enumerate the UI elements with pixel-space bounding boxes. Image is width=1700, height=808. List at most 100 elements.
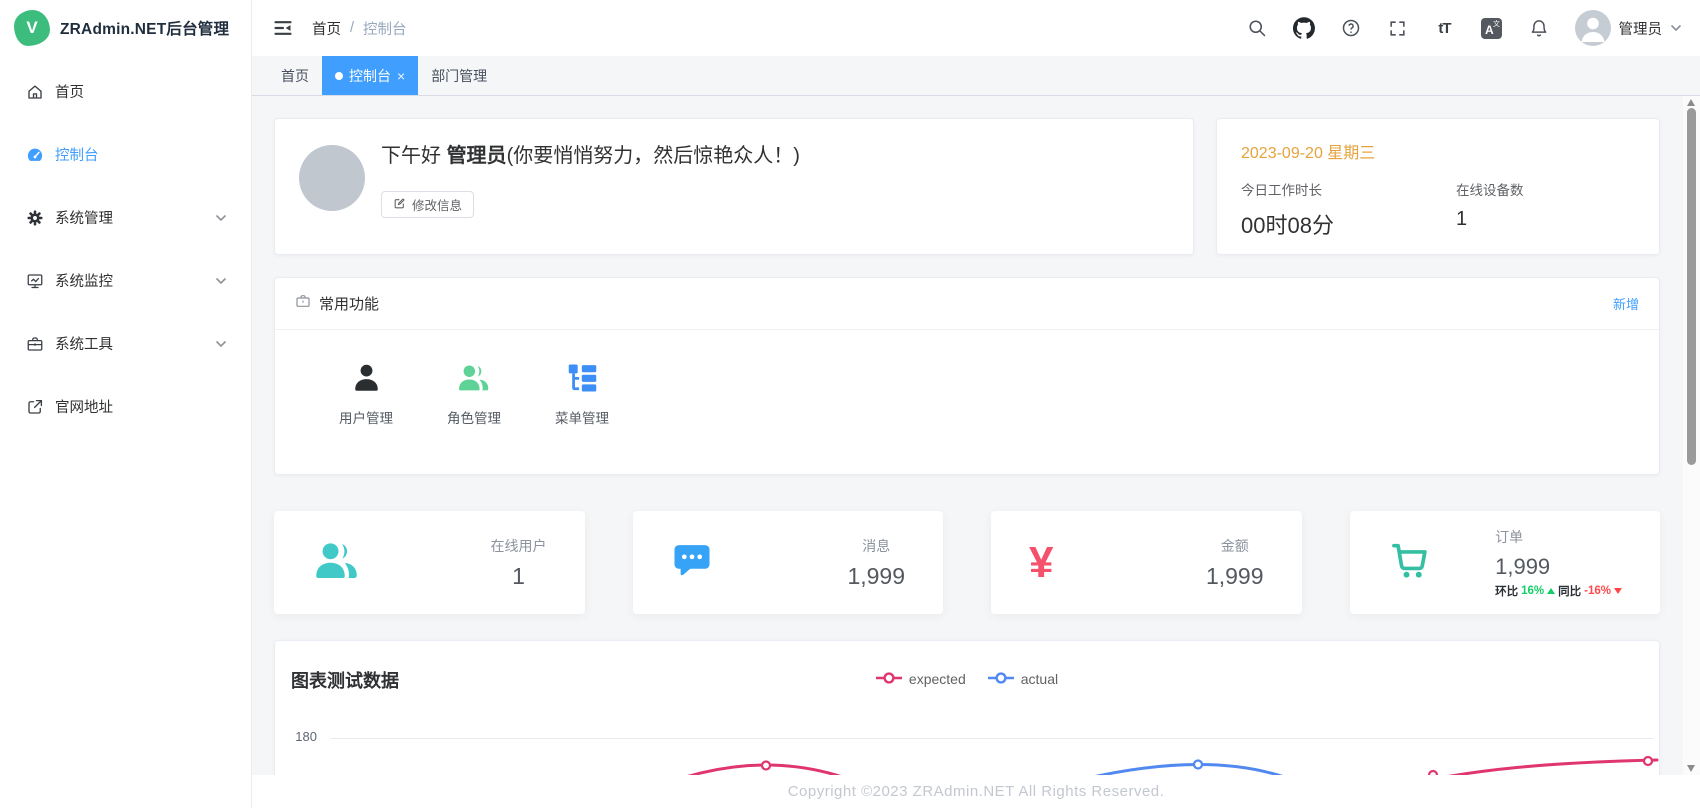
app-title: ZRAdmin.NET后台管理	[60, 17, 229, 39]
stat-card-messages[interactable]: 消息 1,999	[633, 511, 944, 614]
language-icon[interactable]: A文	[1481, 17, 1503, 39]
bell-icon[interactable]	[1528, 17, 1550, 39]
sidebar-item-label: 系统监控	[55, 270, 113, 291]
scrollbar-thumb[interactable]	[1687, 108, 1696, 465]
github-icon[interactable]	[1293, 17, 1315, 39]
breadcrumb-home[interactable]: 首页	[312, 18, 341, 39]
sidebar-item-label: 系统工具	[55, 333, 113, 354]
chevron-down-icon	[215, 273, 227, 289]
sidebar-fold-icon[interactable]	[272, 17, 294, 39]
user-menu[interactable]: 管理员	[1575, 10, 1683, 46]
work-duration-value: 00时08分	[1241, 208, 1456, 240]
sidebar: V ZRAdmin.NET后台管理 首页 控制台 系统管理	[0, 0, 252, 808]
main-area: 首页 / 控制台 tT	[252, 0, 1700, 808]
greeting-username: 管理员	[447, 145, 507, 167]
search-icon[interactable]	[1246, 17, 1268, 39]
breadcrumb-separator: /	[350, 20, 354, 36]
legend-actual[interactable]: actual	[988, 671, 1058, 687]
sidebar-item-label: 官网地址	[55, 396, 113, 417]
tab-dept[interactable]: 部门管理	[418, 56, 500, 95]
briefcase-icon	[295, 293, 311, 314]
gridline	[331, 738, 1653, 739]
tags-view-bar: 首页 控制台 × 部门管理	[252, 56, 1700, 96]
user-name: 管理员	[1619, 18, 1663, 39]
greeting-text: 下午好 管理员(你要悄悄努力，然后惊艳众人！)	[381, 141, 800, 171]
stat-card-online-users[interactable]: 在线用户 1	[274, 511, 585, 614]
logo-row[interactable]: V ZRAdmin.NET后台管理	[0, 0, 251, 56]
navbar-actions: tT A文 管理员	[1246, 10, 1683, 46]
edit-profile-button[interactable]: 修改信息	[381, 191, 474, 218]
y-axis-tick: 180	[287, 729, 317, 744]
caret-down-icon	[1614, 588, 1622, 594]
sidebar-item-system-monitor[interactable]: 系统监控	[0, 249, 251, 312]
help-icon[interactable]	[1340, 17, 1362, 39]
money-icon: ¥	[1029, 541, 1053, 585]
sidebar-item-label: 系统管理	[55, 207, 113, 228]
stat-card-orders[interactable]: 订单 1,999 环比 16% 同比 -16%	[1350, 511, 1661, 614]
stat-value: 1,999	[1495, 554, 1622, 580]
vertical-scrollbar[interactable]	[1683, 96, 1700, 775]
tab-dashboard[interactable]: 控制台 ×	[322, 56, 418, 95]
gear-icon	[26, 209, 44, 227]
legend-marker-icon	[876, 671, 902, 687]
avatar	[1575, 10, 1611, 46]
stat-card-money[interactable]: ¥ 金额 1,999	[991, 511, 1302, 614]
page-content: 下午好 管理员(你要悄悄努力，然后惊艳众人！) 修改信息 2023-09-20 …	[252, 96, 1700, 808]
mom-value: 16%	[1521, 585, 1544, 597]
stat-trend: 环比 16% 同比 -16%	[1495, 583, 1622, 599]
font-size-icon[interactable]: tT	[1434, 17, 1456, 39]
fullscreen-icon[interactable]	[1387, 17, 1409, 39]
quick-functions-card: 常用功能 新增 用户管理 角色管理	[274, 277, 1660, 475]
sidebar-item-official-site[interactable]: 官网地址	[0, 375, 251, 438]
user-icon	[350, 356, 383, 394]
top-navbar: 首页 / 控制台 tT	[252, 0, 1700, 56]
tab-home[interactable]: 首页	[268, 56, 322, 95]
yoy-value: -16%	[1584, 585, 1611, 597]
quick-item-menus[interactable]: 菜单管理	[543, 356, 621, 427]
stat-value: 1,999	[847, 563, 905, 590]
sidebar-item-system-admin[interactable]: 系统管理	[0, 186, 251, 249]
user-avatar[interactable]	[299, 145, 365, 211]
online-users-icon	[312, 537, 362, 588]
quick-item-roles[interactable]: 角色管理	[435, 356, 513, 427]
sidebar-item-label: 首页	[55, 81, 84, 102]
stat-label: 消息	[847, 536, 905, 556]
add-link[interactable]: 新增	[1613, 294, 1639, 313]
legend-expected[interactable]: expected	[876, 671, 966, 687]
work-duration-label: 今日工作时长	[1241, 179, 1456, 199]
legend-marker-icon	[988, 671, 1014, 687]
stat-value: 1	[491, 563, 547, 590]
yoy-label: 同比	[1558, 583, 1581, 599]
menu-tree-icon	[566, 356, 599, 394]
scroll-up-icon[interactable]	[1687, 99, 1695, 106]
sidebar-item-dashboard[interactable]: 控制台	[0, 123, 251, 186]
scroll-down-icon[interactable]	[1687, 765, 1695, 772]
app-root: V ZRAdmin.NET后台管理 首页 控制台 系统管理	[0, 0, 1700, 808]
cart-icon	[1388, 539, 1432, 586]
active-dot-icon	[335, 72, 343, 80]
monitor-icon	[26, 272, 44, 290]
today-card: 2023-09-20 星期三 今日工作时长 00时08分 在线设备数 1	[1216, 118, 1660, 255]
stat-label: 在线用户	[491, 536, 547, 556]
home-icon	[26, 83, 44, 101]
roles-icon	[456, 356, 492, 394]
stat-label: 金额	[1206, 536, 1264, 556]
sidebar-item-label: 控制台	[55, 144, 99, 165]
toolbox-icon	[26, 335, 44, 353]
external-link-icon	[26, 398, 44, 416]
chart-legend: expected actual	[275, 671, 1659, 687]
edit-icon	[393, 197, 406, 213]
close-icon[interactable]: ×	[397, 68, 405, 84]
quick-item-users[interactable]: 用户管理	[327, 356, 405, 427]
sidebar-item-home[interactable]: 首页	[0, 60, 251, 123]
stat-value: 1,999	[1206, 563, 1264, 590]
mom-label: 环比	[1495, 583, 1518, 599]
footer: Copyright ©2023 ZRAdmin.NET All Rights R…	[252, 775, 1700, 808]
sidebar-menu: 首页 控制台 系统管理 系统监控	[0, 56, 251, 438]
today-date: 2023-09-20 星期三	[1241, 139, 1635, 163]
online-devices-value: 1	[1456, 208, 1635, 231]
stats-row: 在线用户 1 消息 1,999 ¥ 金额	[274, 511, 1660, 614]
breadcrumb-current: 控制台	[363, 18, 407, 39]
sidebar-item-system-tools[interactable]: 系统工具	[0, 312, 251, 375]
chevron-down-icon	[1670, 19, 1682, 37]
